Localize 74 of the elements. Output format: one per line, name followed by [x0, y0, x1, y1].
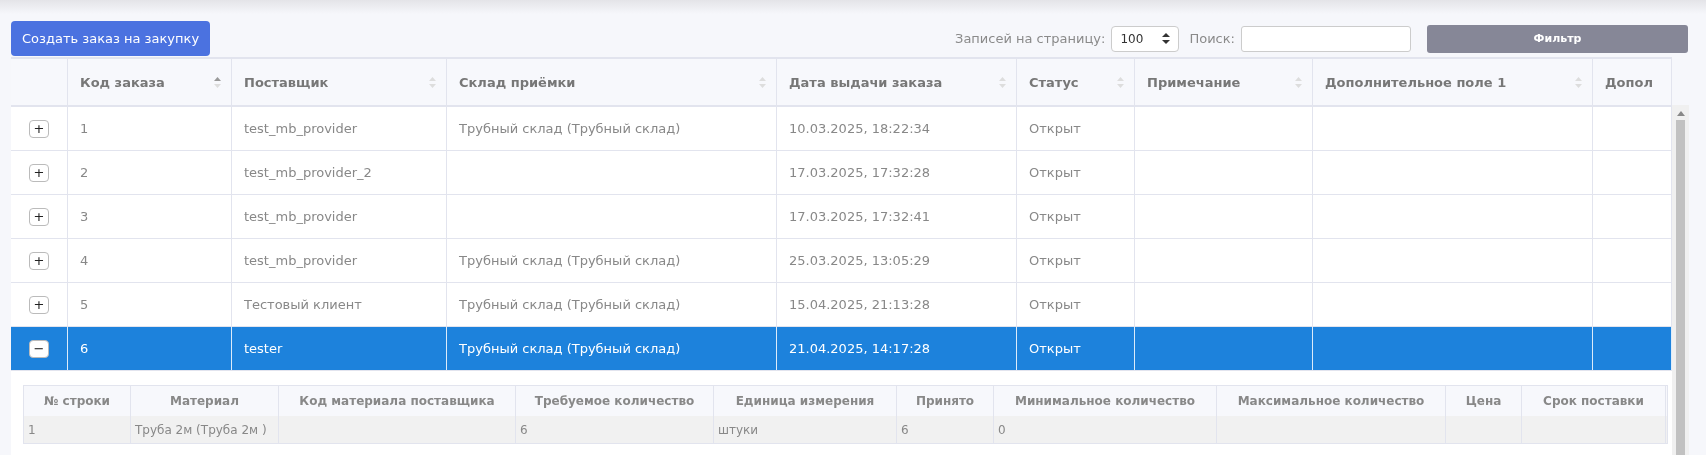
scroll-thumb[interactable] — [1676, 120, 1685, 455]
table-cell: Открыт — [1029, 209, 1081, 224]
table-cell: 2 — [80, 165, 89, 180]
table-cell: test_mb_provider_2 — [244, 165, 372, 180]
column-header: Принято — [915, 394, 975, 408]
scroll-up-icon — [1676, 111, 1685, 116]
column-header: № строки — [43, 394, 111, 408]
column-header: Материал — [170, 394, 239, 408]
column-header: Минимальное количество — [1014, 394, 1196, 408]
toggle-button[interactable]: − — [29, 339, 49, 358]
column-header[interactable]: Допол — [1593, 59, 1672, 105]
table-cell: 15.04.2025, 21:13:28 — [789, 297, 931, 312]
table-cell: 3 — [80, 209, 89, 224]
column-header: Максимальное количество — [1237, 394, 1425, 408]
table-cell: Труба 2м (Труба 2м ) — [135, 422, 267, 437]
column-header: Срок поставки — [1543, 394, 1644, 408]
table-cell: Тестовый клиент — [244, 297, 362, 312]
table-cell: 1 — [80, 121, 89, 136]
column-header[interactable]: Дата выдачи заказа — [777, 59, 1017, 105]
column-header[interactable]: Поставщик — [232, 59, 447, 105]
toggle-button[interactable]: + — [29, 207, 49, 226]
page-size-label: Записей на страницу: — [955, 31, 1106, 46]
toggle-button[interactable]: + — [29, 119, 49, 138]
table-cell: 17.03.2025, 17:32:41 — [789, 209, 931, 224]
table-cell: 5 — [80, 297, 89, 312]
table-row[interactable]: − 6 tester Трубный склад (Трубный склад) 21.04.2025, 14:17:28 Открыт — [11, 327, 1672, 371]
updown-icon — [1162, 33, 1171, 44]
table-row[interactable]: + 2 test_mb_provider_2 17.03.2025, 17:32:28 Открыт — [11, 151, 1672, 195]
table-cell: test_mb_provider — [244, 253, 358, 268]
table-cell: Трубный склад (Трубный склад) — [459, 121, 681, 136]
column-header[interactable]: Склад приёмки — [447, 59, 777, 105]
table-cell: 25.03.2025, 13:05:29 — [789, 253, 931, 268]
search-field[interactable] — [1241, 25, 1411, 52]
table-cell: 6 — [520, 422, 528, 437]
table-cell: tester — [244, 341, 283, 356]
table-cell: Открыт — [1029, 253, 1081, 268]
table-cell: Открыт — [1029, 297, 1081, 312]
scrollbar[interactable] — [1672, 105, 1689, 455]
column-header[interactable]: Статус — [1017, 59, 1135, 105]
table-cell: Открыт — [1029, 165, 1081, 180]
table-row[interactable]: + 5 Тестовый клиент Трубный склад (Трубный склад) 15.04.2025, 21:13:28 Открыт — [11, 283, 1672, 327]
toggle-button[interactable]: + — [29, 251, 49, 270]
create-order-button[interactable]: Создать заказ на закупку — [11, 21, 211, 56]
table-cell: Трубный склад (Трубный склад) — [459, 341, 681, 356]
column-header: Цена — [1465, 394, 1502, 408]
table-cell: Открыт — [1029, 121, 1081, 136]
table-row[interactable]: + 1 test_mb_provider Трубный склад (Трубный склад) 10.03.2025, 18:22:34 Открыт — [11, 107, 1672, 151]
table-cell: Открыт — [1029, 341, 1081, 356]
table-cell: 0 — [998, 422, 1006, 437]
table-cell: 6 — [80, 341, 89, 356]
table-cell: 6 — [901, 422, 909, 437]
table-cell: 10.03.2025, 18:22:34 — [789, 121, 931, 136]
toggle-button[interactable]: + — [29, 295, 49, 314]
column-header[interactable]: Код заказа — [68, 59, 232, 105]
column-header[interactable]: Дополнительное поле 1 — [1313, 59, 1593, 105]
toggle-button[interactable]: + — [29, 163, 49, 182]
page-size-select[interactable]: 100 — [1111, 25, 1180, 52]
column-header[interactable]: Примечание — [1135, 59, 1313, 105]
table-cell: 4 — [80, 253, 89, 268]
table-cell: 1 — [28, 422, 36, 437]
table-cell: 21.04.2025, 14:17:28 — [789, 341, 931, 356]
search-label: Поиск: — [1189, 31, 1235, 46]
table-cell: Трубный склад (Трубный склад) — [459, 297, 681, 312]
column-header: Единица измерения — [735, 394, 875, 408]
table-cell: штуки — [718, 422, 759, 437]
table-row[interactable]: + 3 test_mb_provider 17.03.2025, 17:32:41 Открыт — [11, 195, 1672, 239]
table-cell: test_mb_provider — [244, 121, 358, 136]
table-cell: test_mb_provider — [244, 209, 358, 224]
filter-button[interactable]: Фильтр — [1427, 24, 1688, 53]
column-header: Требуемое количество — [534, 394, 695, 408]
column-header: Код материала поставщика — [299, 394, 495, 408]
table-row[interactable]: + 4 test_mb_provider Трубный склад (Трубный склад) 25.03.2025, 13:05:29 Открыт — [11, 239, 1672, 283]
table-cell: Трубный склад (Трубный склад) — [459, 253, 681, 268]
table-cell: 17.03.2025, 17:32:28 — [789, 165, 931, 180]
